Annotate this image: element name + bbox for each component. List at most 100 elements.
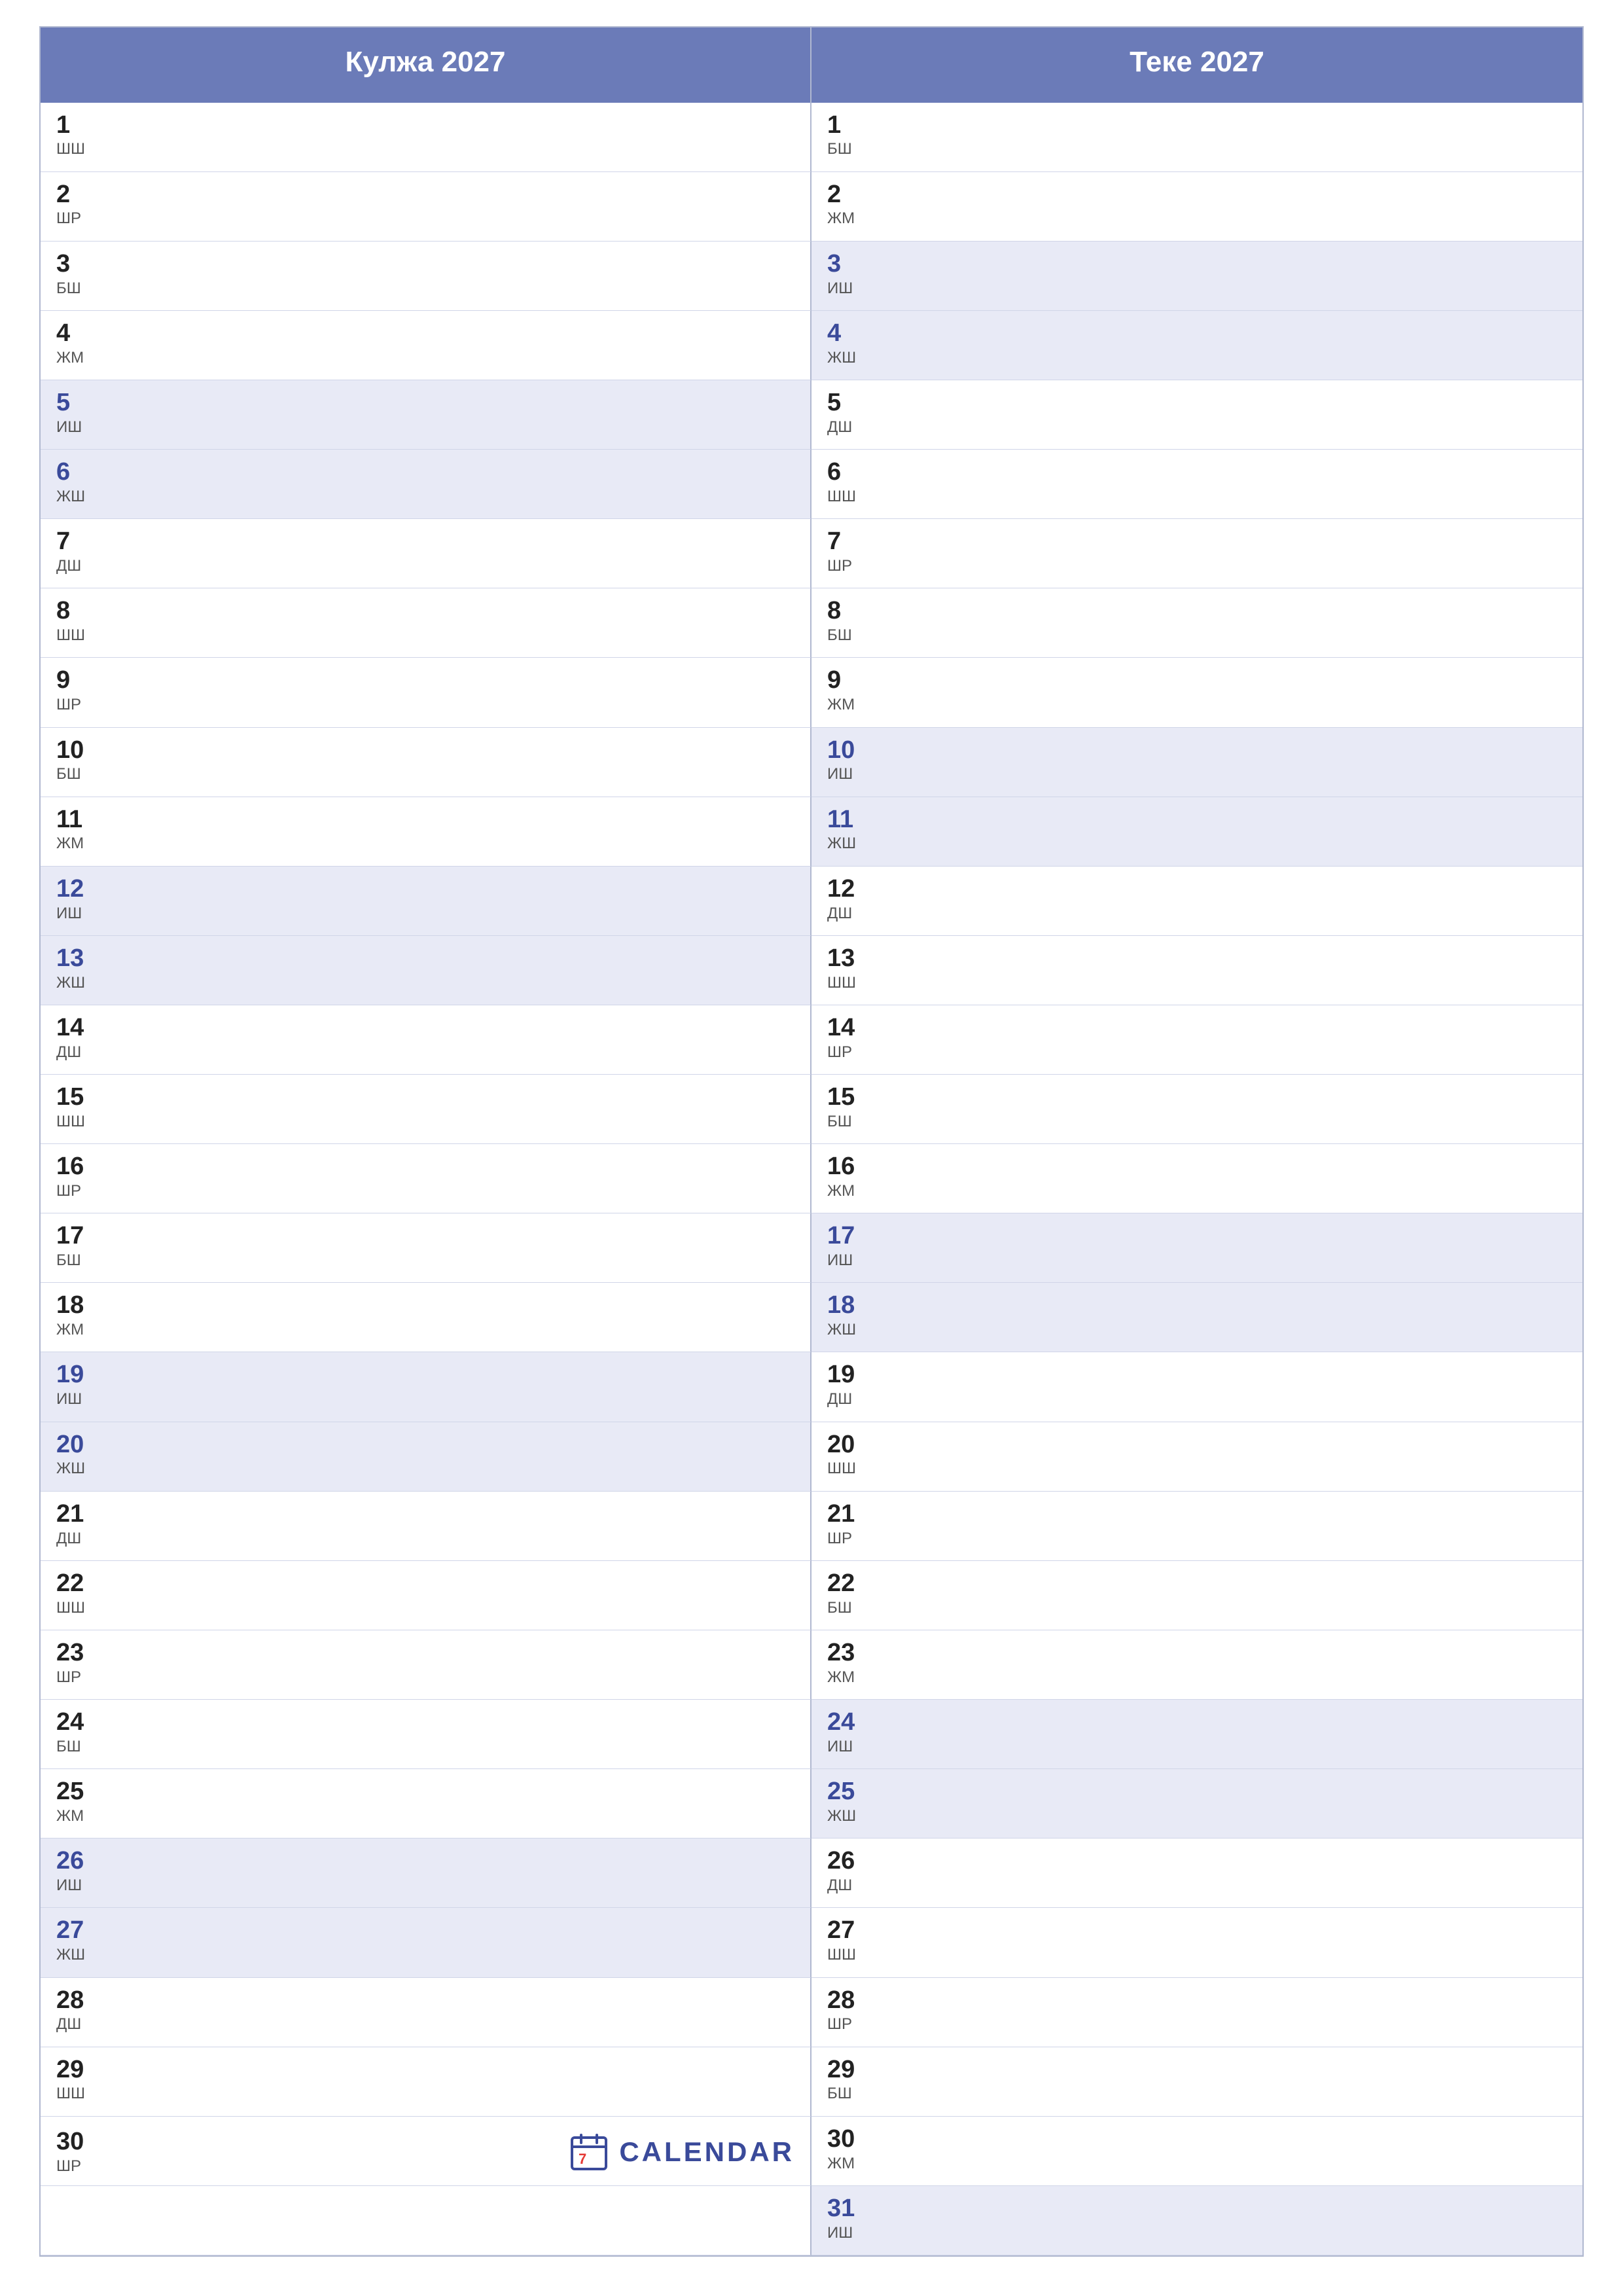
day-label-left-16: ШР xyxy=(56,1182,794,1201)
day-number-right-22: 22 xyxy=(827,1570,1567,1598)
day-row-left-1: 1ШШ xyxy=(41,103,812,172)
day-row-left-29: 29ШШ xyxy=(41,2047,812,2117)
day-row-left-25: 25ЖМ xyxy=(41,1769,812,1839)
day-label-right-13: ШШ xyxy=(827,974,1567,993)
header-right: Теке 2027 xyxy=(812,27,1582,103)
footer-row: 30ШР 7 CALENDAR xyxy=(41,2117,812,2186)
day-number-right-9: 9 xyxy=(827,667,1567,694)
day-number-left-24: 24 xyxy=(56,1709,794,1736)
day-number-right-19: 19 xyxy=(827,1361,1567,1389)
day-number-right-27: 27 xyxy=(827,1917,1567,1945)
day-row-right-24: 24ИШ xyxy=(812,1700,1582,1769)
day-number-left-18: 18 xyxy=(56,1292,794,1319)
day-row-left-12: 12ИШ xyxy=(41,867,812,936)
day-label-right-28: ШР xyxy=(827,2015,1567,2034)
day-row-right-13: 13ШШ xyxy=(812,936,1582,1005)
day-number-right-6: 6 xyxy=(827,459,1567,486)
day-number-left-19: 19 xyxy=(56,1361,794,1389)
day-row-left-11: 11ЖМ xyxy=(41,797,812,867)
day-number-right-12: 12 xyxy=(827,876,1567,903)
day-row-right-12: 12ДШ xyxy=(812,867,1582,936)
day-row-right-28: 28ШР xyxy=(812,1978,1582,2047)
day-number-right-8: 8 xyxy=(827,598,1567,625)
day-number-left-25: 25 xyxy=(56,1778,794,1806)
day-row-right-19: 19ДШ xyxy=(812,1352,1582,1422)
day-row-right-11: 11ЖШ xyxy=(812,797,1582,867)
day-number-left-9: 9 xyxy=(56,667,794,694)
day-label-left-13: ЖШ xyxy=(56,974,794,993)
day-label-left-21: ДШ xyxy=(56,1530,794,1549)
day-row-right-4: 4ЖШ xyxy=(812,311,1582,380)
day-row-left-21: 21 ДШ xyxy=(41,1492,812,1561)
day-number-left-20: 20 xyxy=(56,1431,794,1459)
day-row-left-23: 23ШР xyxy=(41,1630,812,1700)
day-number-right-29: 29 xyxy=(827,2056,1567,2084)
day-row-left-24: 24БШ xyxy=(41,1700,812,1769)
day-label-right-2: ЖМ xyxy=(827,209,1567,228)
day-label-right-29: БШ xyxy=(827,2085,1567,2104)
day-number-right-7: 7 xyxy=(827,528,1567,556)
day-row-right-29: 29БШ xyxy=(812,2047,1582,2117)
day-label-left-15: ШШ xyxy=(56,1113,794,1132)
day-label-left-9: ШР xyxy=(56,696,794,715)
day-number-right-2: 2 xyxy=(827,181,1567,209)
day-label-left-14: ДШ xyxy=(56,1043,794,1062)
day-row-left-6: 6ЖШ xyxy=(41,450,812,519)
day-row-right-7: 7ШР xyxy=(812,519,1582,588)
day-label-left-7: ДШ xyxy=(56,557,794,576)
day-row-right-3: 3ИШ xyxy=(812,242,1582,311)
day-number-right-16: 16 xyxy=(827,1153,1567,1181)
day-number-left-12: 12 xyxy=(56,876,794,903)
day-number-left-21: 21 xyxy=(56,1501,794,1528)
day-row-left-15: 15ШШ xyxy=(41,1075,812,1144)
day-number-left-27: 27 xyxy=(56,1917,794,1945)
day-label-left-3: БШ xyxy=(56,279,794,298)
day-label-right-19: ДШ xyxy=(827,1390,1567,1409)
day-row-left-9: 9 ШР xyxy=(41,658,812,727)
day-number-left-23: 23 xyxy=(56,1640,794,1667)
day-number-right-30: 30 xyxy=(827,2126,1567,2153)
day-label-left-19: ИШ xyxy=(56,1390,794,1409)
day-row-right-22: 22БШ xyxy=(812,1561,1582,1630)
day-row-left-22: 22ШШ xyxy=(41,1561,812,1630)
header-left: Кулжа 2027 xyxy=(41,27,812,103)
day-label-right-15: БШ xyxy=(827,1113,1567,1132)
day-row-left-3: 3БШ xyxy=(41,242,812,311)
day-label-left-10: БШ xyxy=(56,765,794,784)
day-number-right-18: 18 xyxy=(827,1292,1567,1319)
day-number-left-17: 17 xyxy=(56,1223,794,1250)
day-label-right-26: ДШ xyxy=(827,1876,1567,1895)
day-label-left-11: ЖМ xyxy=(56,834,794,853)
day-label-right-31: ИШ xyxy=(827,2224,1567,2243)
day-number-left-22: 22 xyxy=(56,1570,794,1598)
day-row-left-2: 2ШР xyxy=(41,172,812,242)
day-row-left-13: 13ЖШ xyxy=(41,936,812,1005)
day-row-right-30: 30ЖМ xyxy=(812,2117,1582,2186)
day-label-left-23: ШР xyxy=(56,1668,794,1687)
day-label-right-27: ШШ xyxy=(827,1946,1567,1965)
page: Кулжа 2027Теке 20271ШШ1БШ2ШР2ЖМ3БШ3ИШ4ЖМ… xyxy=(0,0,1623,2296)
day-label-left-30: ШР xyxy=(56,2157,569,2176)
day-number-right-10: 10 xyxy=(827,737,1567,764)
day-row-right-10: 10ИШ xyxy=(812,728,1582,797)
day-row-right-18: 18ЖШ xyxy=(812,1283,1582,1352)
day-number-right-25: 25 xyxy=(827,1778,1567,1806)
day-label-left-2: ШР xyxy=(56,209,794,228)
day-row-left-10: 10БШ xyxy=(41,728,812,797)
day-label-left-27: ЖШ xyxy=(56,1946,794,1965)
day-number-left-30: 30 xyxy=(56,2128,569,2156)
day-row-right-5: 5ДШ xyxy=(812,380,1582,450)
day-label-right-25: ЖШ xyxy=(827,1807,1567,1826)
day-label-left-18: ЖМ xyxy=(56,1321,794,1340)
day-number-right-23: 23 xyxy=(827,1640,1567,1667)
day-row-left-26: 26ИШ xyxy=(41,1839,812,1908)
day-row-left-19: 19ИШ xyxy=(41,1352,812,1422)
day-label-right-21: ШР xyxy=(827,1530,1567,1549)
day-row-right-6: 6ШШ xyxy=(812,450,1582,519)
day-number-right-26: 26 xyxy=(827,1848,1567,1875)
day-label-right-22: БШ xyxy=(827,1599,1567,1618)
day-number-right-14: 14 xyxy=(827,1014,1567,1042)
day-label-left-26: ИШ xyxy=(56,1876,794,1895)
day-row-left-14: 14ДШ xyxy=(41,1005,812,1075)
day-number-left-16: 16 xyxy=(56,1153,794,1181)
